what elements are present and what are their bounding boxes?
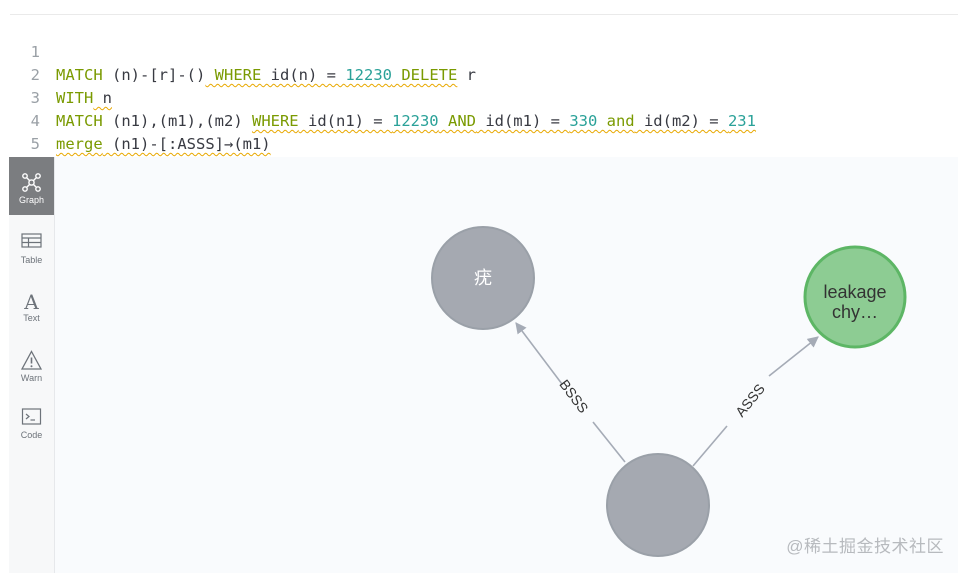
graph-view-label: Graph	[18, 195, 44, 205]
code-icon	[21, 408, 42, 425]
code-token: WHERE	[251, 112, 299, 130]
code-token: r	[457, 66, 476, 84]
graph-svg: BSSS ASSS 疣 leakage chy…	[431, 226, 907, 557]
graph-node[interactable]: leakage chy…	[803, 245, 907, 349]
code-token: 330	[569, 112, 598, 130]
editor-line: 5 merge (n1)-[:BSSS]→(m2)	[10, 110, 280, 176]
query-editor[interactable]: 1 MATCH (n)-[r]-() WHERE id(n) = 12230 D…	[10, 14, 958, 199]
graph-icon	[22, 173, 41, 192]
code-token: (n)-[r]-()	[102, 66, 206, 84]
code-token: AND	[438, 112, 476, 130]
code-view-button[interactable]: Code	[9, 392, 54, 450]
table-view-label: Table	[20, 255, 43, 265]
code-text: MATCH (n1),(m1),(m2) WHERE id(n1) = 1223…	[56, 110, 756, 133]
editor-line: 1 MATCH (n)-[r]-() WHERE id(n) = 12230 D…	[10, 18, 476, 84]
code-text: WITH n	[56, 87, 112, 110]
code-token: n	[93, 89, 112, 107]
code-token: MATCH	[56, 66, 103, 84]
node-label-line1: leakage	[823, 282, 886, 302]
code-text: MATCH (n)-[r]-() WHERE id(n) = 12230 DEL…	[56, 64, 476, 87]
table-view-button[interactable]: Table	[9, 217, 54, 275]
code-token: (n1),(m1),(m2)	[102, 112, 252, 130]
code-token: id(m2) =	[634, 112, 728, 130]
code-token: WHERE	[205, 66, 262, 84]
code-token: DELETE	[392, 66, 458, 84]
relationship-label: ASSS	[732, 381, 768, 420]
code-token: 12230	[391, 112, 439, 130]
editor-line: 4 merge (n1)-[:ASSS]→(m1)	[10, 87, 271, 153]
node-label: 疣	[474, 268, 492, 288]
code-text: merge (n1)-[:ASSS]→(m1)	[56, 133, 271, 156]
result-view-sidebar: Graph Table A Text Warn Code	[9, 157, 55, 573]
editor-line: 6 return n1,m1,m2	[10, 133, 196, 199]
warn-view-label: Warn	[20, 373, 43, 383]
code-token: id(n) =	[261, 66, 346, 84]
code-token: 231	[727, 112, 756, 130]
watermark: @稀土掘金技术社区	[786, 537, 944, 556]
text-view-label: Text	[23, 313, 40, 323]
code-token: 12230	[345, 66, 392, 84]
text-icon: A	[23, 290, 39, 311]
graph-canvas[interactable]: BSSS ASSS 疣 leakage chy… @稀土掘金技术社区	[55, 157, 958, 573]
code-token: id(n1) =	[298, 112, 392, 130]
warning-icon	[21, 350, 42, 370]
graph-node[interactable]: 疣	[431, 226, 535, 330]
warn-view-button[interactable]: Warn	[9, 335, 54, 393]
svg-text:A: A	[23, 290, 39, 311]
editor-line: 3 MATCH (n1),(m1),(m2) WHERE id(n1) = 12…	[10, 64, 756, 130]
code-token: and	[597, 112, 635, 130]
code-token: merge	[56, 135, 103, 153]
relationship-asss[interactable]: ASSS	[692, 336, 819, 467]
code-view-label: Code	[20, 430, 43, 440]
code-token: WITH	[56, 89, 94, 107]
node-label-line2: chy…	[832, 302, 878, 322]
graph-node[interactable]	[606, 453, 710, 557]
code-token: id(m1) =	[475, 112, 570, 130]
text-view-button[interactable]: A Text	[9, 275, 54, 333]
relationship-bsss[interactable]: BSSS	[515, 322, 626, 463]
relationship-label: BSSS	[556, 376, 591, 415]
code-token: (n1)-[:ASSS]→(m1)	[102, 135, 271, 153]
graph-view-button[interactable]: Graph	[9, 157, 54, 215]
code-token: MATCH	[56, 112, 103, 130]
table-icon	[21, 233, 42, 248]
editor-line: 2 WITH n	[10, 41, 112, 107]
